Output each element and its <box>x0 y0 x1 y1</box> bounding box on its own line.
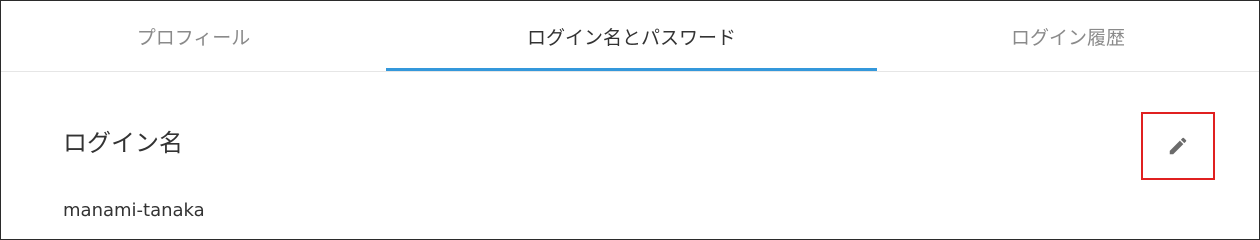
tab-login-name-password[interactable]: ログイン名とパスワード <box>386 1 877 71</box>
login-name-value: manami-tanaka <box>63 200 205 221</box>
tab-login-name-password-label: ログイン名とパスワード <box>526 26 736 49</box>
edit-login-name-button[interactable] <box>1141 112 1215 180</box>
tab-login-history-label: ログイン履歴 <box>1010 26 1125 49</box>
active-tab-indicator <box>386 68 877 71</box>
tab-profile-label: プロフィール <box>136 26 251 49</box>
tab-bar: プロフィール ログイン名とパスワード ログイン履歴 <box>1 1 1259 72</box>
login-name-heading: ログイン名 <box>63 129 183 157</box>
pencil-icon <box>1167 135 1189 157</box>
tab-profile[interactable]: プロフィール <box>1 1 386 71</box>
login-settings-panel: プロフィール ログイン名とパスワード ログイン履歴 ログイン名 manami-t… <box>0 0 1260 240</box>
tab-login-history[interactable]: ログイン履歴 <box>877 1 1259 71</box>
